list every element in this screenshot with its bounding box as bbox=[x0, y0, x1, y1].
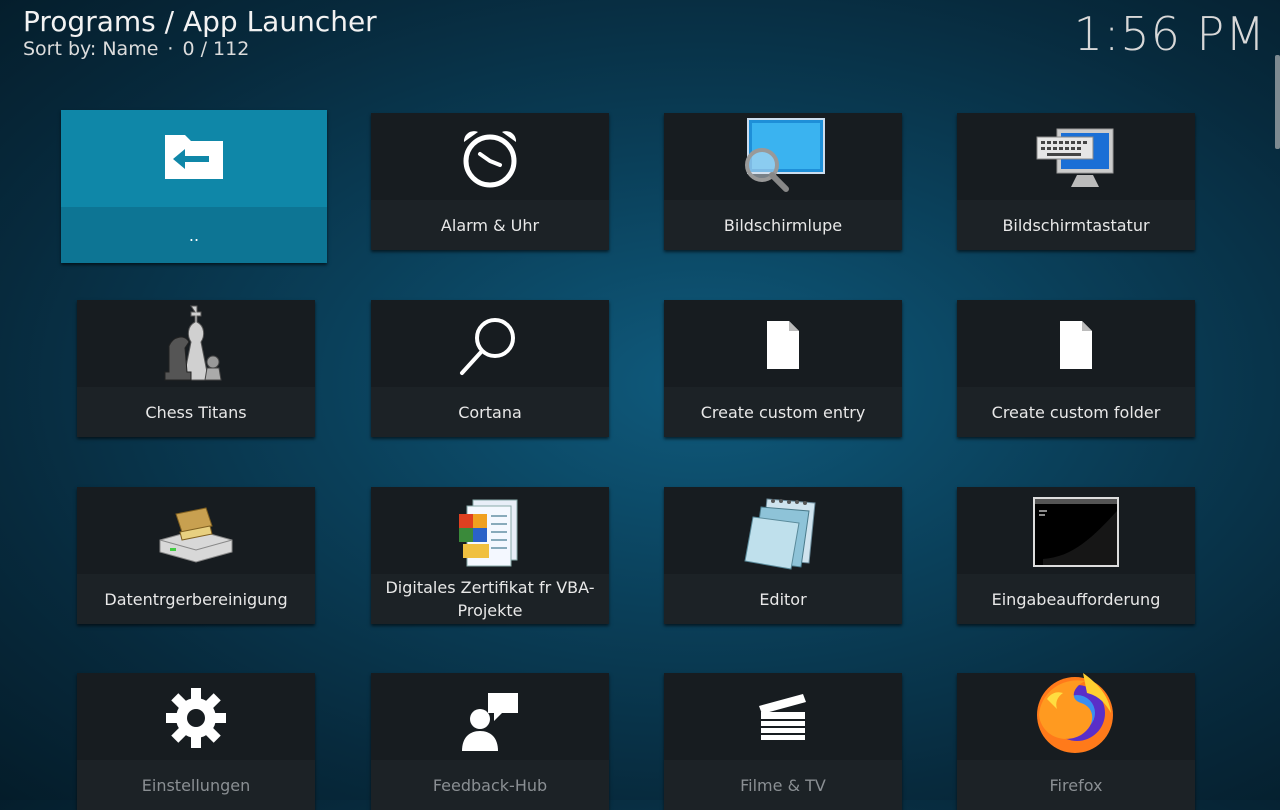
clapperboard-icon bbox=[738, 679, 828, 757]
notepad-icon bbox=[738, 493, 828, 571]
scrollbar[interactable] bbox=[1275, 55, 1280, 149]
tile-label: Eingabeaufforderung bbox=[957, 574, 1195, 624]
tile-label: Create custom folder bbox=[957, 387, 1195, 437]
tile-create-custom-folder[interactable]: Create custom folder bbox=[957, 300, 1195, 437]
header: Programs / App Launcher Sort by: Name · 0 … bbox=[23, 5, 377, 60]
disk-cleanup-icon bbox=[151, 493, 241, 571]
feedback-icon bbox=[445, 679, 535, 757]
certificate-icon bbox=[445, 493, 535, 571]
tile-bildschirmtastatur[interactable]: Bildschirmtastatur bbox=[957, 113, 1195, 250]
tile-label: Filme & TV bbox=[664, 760, 902, 810]
sort-info: Sort by: Name · 0 / 112 bbox=[23, 38, 377, 60]
tile-bildschirmlupe[interactable]: Bildschirmlupe bbox=[664, 113, 902, 250]
search-icon bbox=[445, 306, 535, 384]
tile-label: Editor bbox=[664, 574, 902, 624]
tile-label: Einstellungen bbox=[77, 760, 315, 810]
magnifier-icon bbox=[738, 118, 828, 197]
item-position: 0 / 112 bbox=[182, 38, 250, 60]
tile-einstellungen[interactable]: Einstellungen bbox=[77, 673, 315, 810]
on-screen-keyboard-icon bbox=[1031, 119, 1121, 197]
tile-label: Feedback-Hub bbox=[371, 760, 609, 810]
alarm-clock-icon bbox=[445, 119, 535, 197]
tile-filme-tv[interactable]: Filme & TV bbox=[664, 673, 902, 810]
chess-icon bbox=[151, 305, 241, 384]
tile-editor[interactable]: Editor bbox=[664, 487, 902, 624]
sort-label[interactable]: Sort by: Name bbox=[23, 38, 158, 60]
tile-eingabeaufforderung[interactable]: Eingabeaufforderung bbox=[957, 487, 1195, 624]
tile-alarm-uhr[interactable]: Alarm & Uhr bbox=[371, 113, 609, 250]
command-prompt-icon bbox=[1031, 493, 1121, 571]
tile-label: Digitales Zertifikat fr VBA-Projekte bbox=[371, 574, 609, 624]
tile-firefox[interactable]: Firefox bbox=[957, 673, 1195, 810]
back-folder-icon bbox=[149, 116, 239, 194]
tile-datentraegerbereinigung[interactable]: Datentrgerbereinigung bbox=[77, 487, 315, 624]
tile-label: Bildschirmlupe bbox=[664, 200, 902, 250]
tile-parent-folder[interactable]: .. bbox=[61, 110, 327, 263]
file-icon bbox=[738, 306, 828, 384]
tile-create-custom-entry[interactable]: Create custom entry bbox=[664, 300, 902, 437]
tile-label: Bildschirmtastatur bbox=[957, 200, 1195, 250]
tile-label: Firefox bbox=[957, 760, 1195, 810]
separator: · bbox=[167, 38, 174, 60]
tile-chess-titans[interactable]: Chess Titans bbox=[77, 300, 315, 437]
tile-label: Datentrgerbereinigung bbox=[77, 574, 315, 624]
tile-label: Chess Titans bbox=[77, 387, 315, 437]
file-icon bbox=[1031, 306, 1121, 384]
tile-digitales-zertifikat[interactable]: Digitales Zertifikat fr VBA-Projekte bbox=[371, 487, 609, 624]
tile-cortana[interactable]: Cortana bbox=[371, 300, 609, 437]
tile-label: Cortana bbox=[371, 387, 609, 437]
tile-label: .. bbox=[61, 207, 327, 263]
firefox-icon bbox=[1031, 673, 1121, 753]
tile-label: Alarm & Uhr bbox=[371, 200, 609, 250]
gear-icon bbox=[151, 679, 241, 757]
tile-label: Create custom entry bbox=[664, 387, 902, 437]
page-title: Programs / App Launcher bbox=[23, 5, 377, 38]
tile-feedback-hub[interactable]: Feedback-Hub bbox=[371, 673, 609, 810]
clock: 1:56 PM bbox=[1073, 7, 1266, 61]
